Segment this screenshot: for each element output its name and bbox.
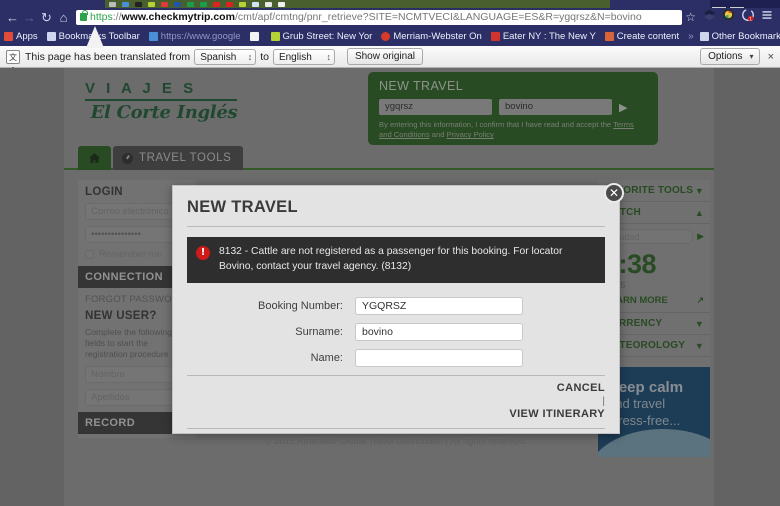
url-path: /cmt/apf/cmtng/pnr_retrieve?SITE=NCMTVEC… (234, 11, 642, 23)
new-travel-modal: NEW TRAVEL ! 8132 - Cattle are not regis… (172, 185, 620, 446)
name-row: Name: (187, 348, 605, 367)
error-alert: ! 8132 - Cattle are not registered as a … (187, 237, 605, 283)
google-icon (148, 31, 158, 41)
surname-row: Surname: bovino (187, 322, 605, 341)
name-input[interactable] (355, 348, 523, 367)
translate-bar-right: Options × (700, 48, 774, 65)
lock-icon (80, 10, 88, 21)
stack-icon[interactable] (703, 8, 716, 26)
apps-icon (4, 31, 13, 41)
translate-infobar: 文A This page has been translated from Sp… (0, 46, 780, 75)
bookmark-grub-street[interactable]: Grub Street: New Yor (270, 30, 373, 42)
screenshot-root: ← → ↻ ⌂ https://www.checkmytrip.com/cmt/… (0, 0, 780, 506)
bookmark-label: Grub Street: New Yor (282, 30, 373, 42)
svg-text:1: 1 (749, 16, 752, 22)
tab-favicon[interactable] (252, 1, 259, 7)
bookmark-apps[interactable]: Apps (4, 31, 38, 42)
modal-title-divider (187, 226, 605, 227)
bookmark-label: Apps (16, 30, 38, 42)
tab-favicon[interactable] (161, 1, 168, 7)
from-language-select[interactable]: Spanish (194, 48, 257, 65)
eater-icon (490, 31, 500, 41)
bookmark-label: Other Bookmarks (711, 30, 780, 42)
bookmark-label: Create content (616, 30, 680, 42)
tab-favicon[interactable] (239, 1, 246, 7)
tab-favicon[interactable] (187, 1, 194, 7)
bookmark-star-icon[interactable]: ☆ (685, 10, 696, 24)
url-scheme: https (90, 11, 113, 23)
tab-favicons-row[interactable] (105, 0, 610, 8)
menu-icon[interactable] (761, 8, 773, 26)
tab-favicon[interactable] (213, 1, 220, 7)
bookmarks-overflow-chevron[interactable]: » (688, 31, 694, 42)
bookmark-merriam-webster[interactable]: Merriam-Webster On (381, 31, 482, 42)
bookmark-label: Merriam-Webster On (393, 30, 482, 42)
grubstreet-icon (270, 31, 280, 41)
tab-favicon[interactable] (200, 1, 207, 7)
translate-message: This page has been translated from (25, 50, 191, 63)
error-alert-text: 8132 - Cattle are not registered as a pa… (219, 246, 563, 272)
bookmark-create-content[interactable]: Create content (604, 30, 680, 42)
view-itinerary-button[interactable]: VIEW ITINERARY (187, 406, 605, 423)
alert-exclamation-icon: ! (196, 246, 210, 260)
surname-label: Surname: (295, 325, 343, 338)
bookmark-label: https://www.google (160, 30, 241, 42)
folder-icon (46, 31, 56, 41)
name-label: Name: (310, 351, 343, 364)
bookmark-other-bookmarks[interactable]: Other Bookmarks (699, 30, 780, 42)
home-icon[interactable]: ⌂ (55, 11, 72, 24)
url-text: https://www.checkmytrip.com/cmt/apf/cmtn… (90, 11, 642, 23)
tab-favicon[interactable] (122, 1, 129, 7)
surname-input[interactable]: bovino (355, 322, 523, 341)
tab-favicon[interactable] (148, 1, 155, 7)
modal-actions: CANCEL | VIEW ITINERARY (173, 376, 619, 423)
close-infobar-icon[interactable]: × (768, 51, 774, 63)
bookmark-blank-page[interactable] (249, 31, 262, 41)
reload-icon[interactable]: ↻ (38, 11, 55, 24)
folder-icon (699, 31, 709, 41)
url-host: www.checkmytrip.com (121, 11, 235, 23)
modal-title: NEW TRAVEL (187, 198, 298, 216)
modal-footer: © 2015 Amadeus Global Travel Distributio… (187, 427, 605, 446)
mouse-cursor (86, 26, 104, 48)
booking-number-label: Booking Number: (258, 299, 343, 312)
url-separator: :// (112, 11, 122, 23)
merriam-icon (381, 31, 391, 41)
booking-number-row: Booking Number: YGQRSZ (187, 296, 605, 315)
sync-icon[interactable]: 1 (741, 8, 755, 27)
modal-close-button[interactable]: ✕ (604, 183, 624, 203)
address-bar[interactable]: https://www.checkmytrip.com/cmt/apf/cmtn… (76, 9, 683, 25)
bookmark-eater-ny[interactable]: Eater NY : The New Y (490, 30, 596, 42)
page-icon (249, 31, 259, 41)
tab-favicon[interactable] (265, 1, 272, 7)
extension-icon[interactable] (722, 8, 735, 26)
tab-favicon[interactable] (278, 1, 285, 7)
browser-tab-strip[interactable] (0, 0, 780, 12)
translate-icon: 文A (6, 49, 20, 75)
browser-toolbar: ← → ↻ ⌂ https://www.checkmytrip.com/cmt/… (0, 8, 780, 26)
bookmark-google[interactable]: https://www.google (148, 30, 241, 42)
tab-favicon[interactable] (174, 1, 181, 7)
options-button[interactable]: Options (700, 48, 760, 65)
back-icon[interactable]: ← (4, 11, 21, 24)
modal-form: Booking Number: YGQRSZ Surname: bovino N… (173, 283, 619, 367)
tab-favicon[interactable] (109, 1, 116, 7)
bookmark-label: Eater NY : The New Y (502, 30, 596, 42)
drupal-icon (604, 31, 614, 41)
actions-separator: | (602, 395, 605, 407)
tab-favicon[interactable] (135, 1, 142, 7)
translate-to-word: to (260, 50, 269, 63)
cancel-button[interactable]: CANCEL (187, 380, 605, 397)
to-language-select[interactable]: English (272, 48, 335, 65)
tab-favicon[interactable] (226, 1, 233, 7)
forward-icon[interactable]: → (21, 11, 38, 24)
booking-number-input[interactable]: YGQRSZ (355, 296, 523, 315)
show-original-button[interactable]: Show original (346, 48, 423, 65)
bookmarks-bar: Apps Bookmarks Toolbar https://www.googl… (0, 26, 780, 46)
